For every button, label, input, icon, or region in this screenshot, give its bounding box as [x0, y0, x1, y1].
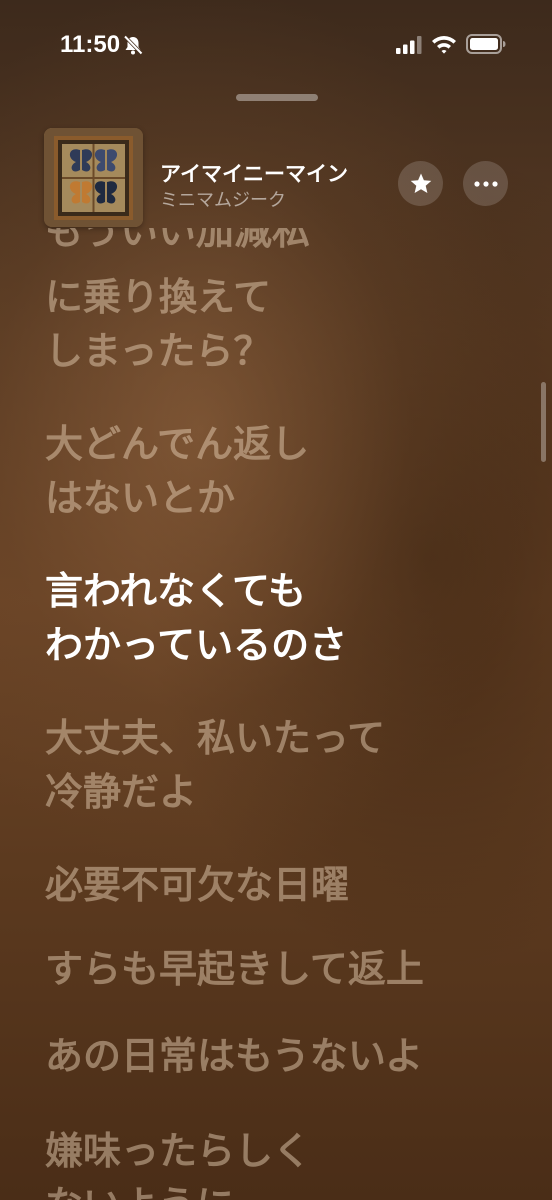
lyric-line[interactable]: 嫌味ったらしく ないように [45, 1124, 311, 1200]
lyric-text: 大どんでん返し [45, 422, 310, 466]
lyric-text: 言われなくても [45, 569, 307, 613]
lyric-line[interactable]: 必要不可欠な日曜 [45, 858, 349, 912]
song-title[interactable]: アイマイニーマイン [160, 158, 348, 188]
lyric-text: ないように [45, 1178, 311, 1200]
battery-icon [466, 34, 506, 54]
favorite-button[interactable] [398, 161, 443, 206]
lyric-line[interactable]: あの日常はもうないよ [45, 1029, 423, 1083]
lyric-line-current[interactable]: 言われなくても わかっているのさ [45, 564, 347, 672]
lyric-line[interactable]: すらも早起きして返上 [45, 942, 424, 996]
lyric-text: もういい加減私 [45, 228, 310, 253]
lyric-text: しまったら？ [45, 329, 272, 373]
lyric-text: 大丈夫、私いたって [45, 716, 386, 760]
lyric-text: すらも早起きして返上 [45, 947, 424, 991]
lyric-line[interactable]: に乗り換えて しまったら？ [45, 270, 271, 378]
wifi-icon [432, 36, 456, 54]
lyric-line[interactable]: 大丈夫、私いたって 冷静だよ [45, 711, 385, 819]
more-options-button[interactable] [463, 161, 508, 206]
status-time: 11:50 [60, 31, 121, 58]
lyric-text: わかっているのさ [45, 623, 348, 667]
star-icon [410, 173, 431, 193]
cellular-signal-icon [396, 36, 422, 54]
song-artist[interactable]: ミニマムジーク [160, 186, 286, 212]
bell-slash-icon [123, 35, 143, 55]
lyric-text: 必要不可欠な日曜 [45, 863, 350, 907]
lyric-line[interactable]: 大どんでん返し はないとか [45, 417, 309, 525]
lyric-text: 冷静だよ [45, 770, 198, 814]
lyric-text: はないとか [45, 476, 236, 520]
lyric-text: 嫌味ったらしく [45, 1129, 312, 1173]
status-bar: 11:50 [0, 0, 552, 80]
lyric-line[interactable]: もういい加減私 [45, 228, 310, 258]
lyric-text: に乗り換えて [45, 275, 272, 319]
lyrics-scrollbar[interactable] [541, 382, 546, 462]
lyric-text: あの日常はもうないよ [45, 1034, 424, 1078]
sheet-grabber[interactable] [236, 94, 318, 101]
artwork-image [44, 128, 143, 227]
ellipsis-icon [473, 180, 498, 187]
album-artwork[interactable] [44, 128, 143, 227]
lyrics-view[interactable]: もういい加減私 に乗り換えて しまったら？ 大どんでん返し はないとか 言われな… [0, 228, 552, 1200]
